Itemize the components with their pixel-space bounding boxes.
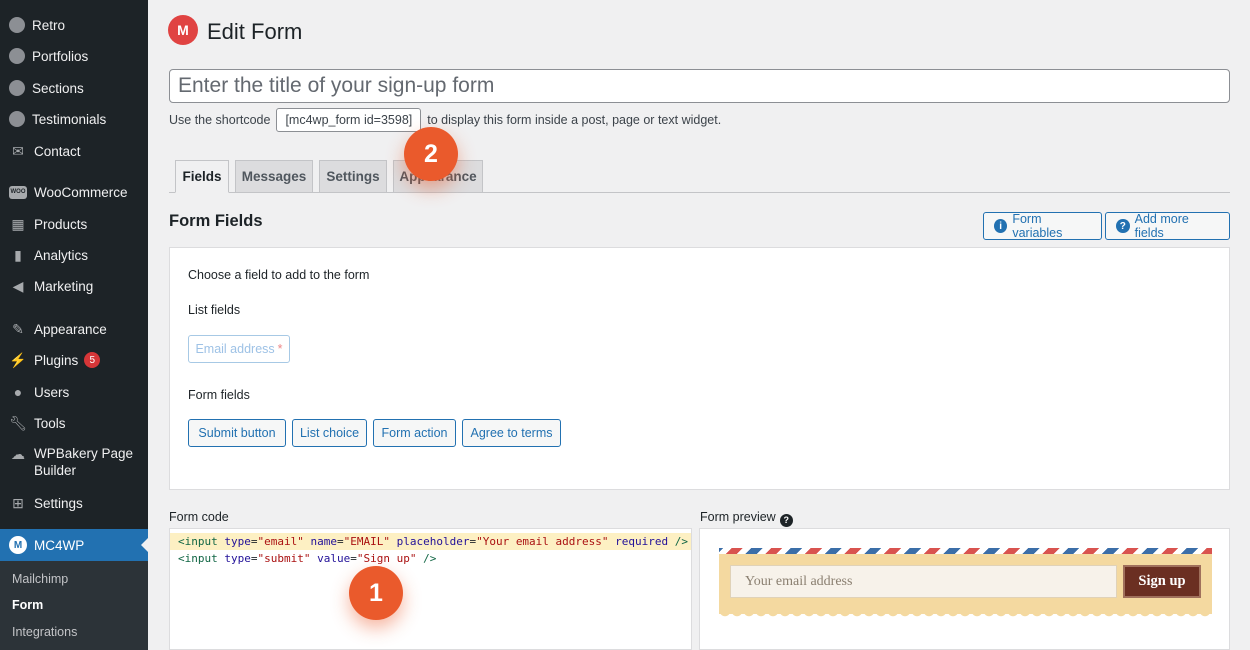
- fields-panel: Choose a field to add to the form List f…: [169, 247, 1230, 490]
- shortcode-field[interactable]: [mc4wp_form id=3598]: [276, 107, 422, 132]
- info-icon: i: [994, 219, 1008, 233]
- avatar-icon: [9, 80, 25, 96]
- megaphone-icon: ◀: [12, 277, 24, 294]
- envelope-form-preview: Your email address Sign up: [719, 548, 1212, 619]
- plug-icon: ⚡: [9, 351, 27, 368]
- page-title: Edit Form: [207, 19, 303, 44]
- sidebar-item-tools[interactable]: 🔧︎ Tools: [0, 409, 148, 437]
- submit-button-field-button[interactable]: Submit button: [188, 419, 286, 447]
- sidebar-item-label: Marketing: [34, 278, 94, 294]
- sidebar-item-sections[interactable]: Sections: [0, 74, 148, 102]
- cloud-icon: ☁: [11, 445, 25, 462]
- avatar-icon: [9, 17, 25, 33]
- sidebar-item-contact[interactable]: ✉ Contact: [0, 137, 148, 165]
- sidebar-item-label: Appearance: [34, 321, 107, 337]
- bar-chart-icon: ▮: [14, 246, 22, 263]
- list-choice-field-button[interactable]: List choice: [292, 419, 367, 447]
- sidebar-item-settings[interactable]: ⊞ Settings: [0, 489, 148, 517]
- preview-email-input[interactable]: Your email address: [730, 565, 1117, 598]
- sidebar-item-label: Products: [34, 216, 88, 232]
- avatar-icon: [9, 48, 25, 64]
- form-variables-label: Form variables: [1012, 212, 1063, 240]
- sidebar-item-wpbakery[interactable]: ☁ WPBakery Page Builder: [0, 445, 148, 481]
- email-address-field-button[interactable]: Email address *: [188, 335, 290, 363]
- form-variables-button[interactable]: i Form variables: [983, 212, 1102, 240]
- scalloped-edge: [719, 611, 1212, 619]
- step-marker-1: 1: [349, 566, 403, 620]
- sidebar-item-appearance[interactable]: ✎ Appearance: [0, 315, 148, 343]
- list-fields-heading: List fields: [188, 303, 241, 317]
- sidebar-item-label: Sections: [32, 80, 84, 96]
- code-line: <input type="submit" value="Sign up" />: [178, 552, 437, 565]
- paintbrush-icon: ✎: [12, 320, 24, 337]
- form-preview-panel: Your email address Sign up: [699, 528, 1230, 650]
- shortcode-row: Use the shortcode [mc4wp_form id=3598] t…: [169, 107, 721, 132]
- code-line: <input type="email" name="EMAIL" placeho…: [170, 533, 691, 550]
- sidebar-item-portfolios[interactable]: Portfolios: [0, 42, 148, 70]
- form-action-field-button[interactable]: Form action: [373, 419, 456, 447]
- tab-settings[interactable]: Settings: [319, 160, 387, 193]
- sidebar-item-testimonials[interactable]: Testimonials: [0, 105, 148, 133]
- user-icon: ●: [13, 384, 23, 400]
- sidebar-item-label: Testimonials: [32, 111, 107, 127]
- sliders-icon: ⊞: [12, 494, 24, 511]
- step-marker-2: 2: [404, 127, 458, 181]
- submenu-item-mailchimp[interactable]: Mailchimp: [12, 572, 68, 586]
- sidebar-item-users[interactable]: ● Users: [0, 378, 148, 406]
- form-code-editor[interactable]: <input type="email" name="EMAIL" placeho…: [169, 528, 692, 650]
- form-fields-title: Form Fields: [169, 212, 263, 230]
- sidebar-item-retro[interactable]: Retro: [0, 11, 148, 39]
- sidebar-item-woocommerce[interactable]: WOO WooCommerce: [0, 178, 148, 206]
- wrench-icon: 🔧︎: [9, 414, 27, 431]
- sidebar-item-label: Portfolios: [32, 48, 89, 64]
- submenu-item-form[interactable]: Form: [12, 598, 43, 612]
- sidebar-item-mc4wp[interactable]: M MC4WP: [0, 529, 148, 561]
- sidebar-item-analytics[interactable]: ▮ Analytics: [0, 241, 148, 269]
- form-code-label: Form code: [169, 510, 229, 524]
- form-fields-heading: Form fields: [188, 388, 250, 402]
- preview-sign-up-button[interactable]: Sign up: [1123, 565, 1201, 598]
- sidebar-item-label: WooCommerce: [34, 184, 128, 200]
- add-more-fields-button[interactable]: ? Add more fields: [1105, 212, 1230, 240]
- choose-field-text: Choose a field to add to the form: [188, 268, 370, 282]
- form-preview-label: Form preview?: [700, 510, 793, 527]
- shortcode-suffix: to display this form inside a post, page…: [427, 112, 722, 127]
- sidebar-item-label: Settings: [34, 495, 83, 511]
- sidebar-item-label: MC4WP: [34, 537, 85, 553]
- mc4wp-icon: M: [9, 536, 27, 554]
- shortcode-prefix: Use the shortcode: [169, 112, 271, 127]
- sidebar-item-label: Analytics: [34, 247, 89, 263]
- woo-icon: WOO: [9, 185, 27, 199]
- sidebar-item-products[interactable]: ▦ Products: [0, 210, 148, 238]
- admin-sidebar: Retro Portfolios Sections Testimonials ✉…: [0, 0, 148, 650]
- sidebar-item-label: Users: [34, 384, 70, 400]
- airmail-stripe: [719, 548, 1212, 554]
- sidebar-item-label: Plugins: [34, 352, 79, 368]
- envelope-icon: ✉: [12, 142, 24, 159]
- sidebar-item-marketing[interactable]: ◀ Marketing: [0, 272, 148, 300]
- form-title-input[interactable]: [169, 69, 1230, 103]
- tab-fields[interactable]: Fields: [175, 160, 229, 193]
- tab-messages[interactable]: Messages: [235, 160, 313, 193]
- mc4wp-logo: M: [168, 15, 198, 45]
- update-count-badge: 5: [84, 352, 101, 368]
- sidebar-item-label: WPBakery Page Builder: [34, 446, 134, 478]
- agree-to-terms-field-button[interactable]: Agree to terms: [462, 419, 561, 447]
- email-address-label: Email address: [195, 342, 275, 356]
- mc4wp-submenu: Mailchimp Form Integrations: [0, 561, 148, 650]
- avatar-icon: [9, 111, 25, 127]
- help-icon[interactable]: ?: [779, 513, 793, 527]
- sidebar-item-label: Retro: [32, 17, 66, 33]
- sidebar-item-label: Tools: [34, 415, 66, 431]
- submenu-item-integrations[interactable]: Integrations: [12, 625, 77, 639]
- sidebar-item-plugins[interactable]: ⚡ Plugins 5: [0, 346, 148, 374]
- sidebar-item-label: Contact: [34, 143, 81, 159]
- add-more-fields-label: Add more fields: [1134, 212, 1189, 240]
- help-icon: ?: [1116, 219, 1130, 233]
- required-mark: *: [277, 342, 283, 356]
- archive-icon: ▦: [11, 215, 25, 232]
